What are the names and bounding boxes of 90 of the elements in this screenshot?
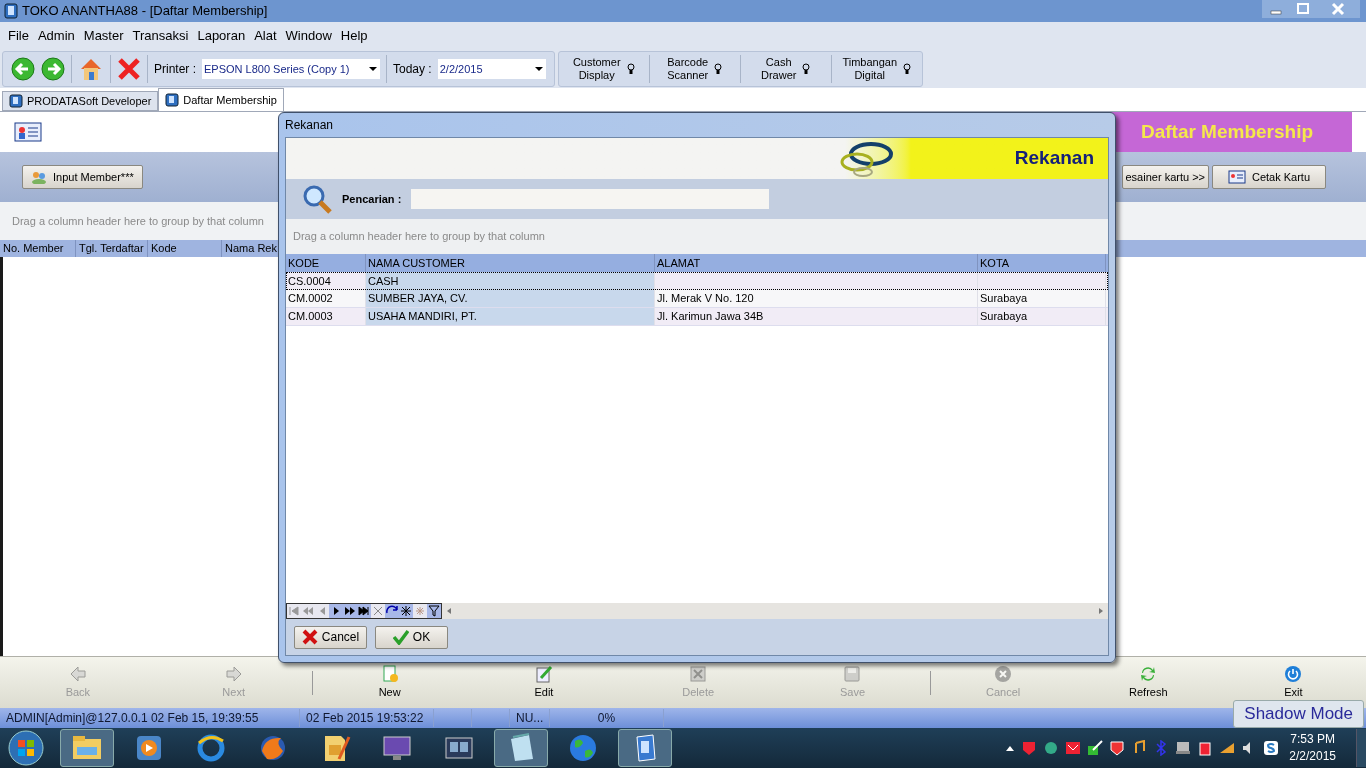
today-label: Today : <box>393 61 432 78</box>
skype-icon[interactable] <box>1263 740 1280 756</box>
dropdown-caret-icon <box>533 66 544 72</box>
menu-item[interactable]: Master <box>83 26 124 46</box>
column-header[interactable]: Tgl. Terdaftar <box>76 240 148 257</box>
date-dropdown[interactable]: 2/2/2015 <box>437 59 546 79</box>
last-record-icon[interactable] <box>357 604 371 618</box>
checkmark-icon <box>392 629 409 645</box>
cancel-icon <box>994 664 1013 683</box>
delete-icon <box>689 664 708 683</box>
device-button[interactable]: Barcode Scanner <box>667 56 709 82</box>
signal-icon[interactable] <box>1219 740 1236 756</box>
bulb-icon <box>626 63 635 75</box>
bulb-icon <box>802 63 811 75</box>
power-icon <box>1284 664 1303 683</box>
column-header[interactable]: Kode <box>148 240 222 257</box>
refresh-icon <box>1139 664 1158 683</box>
close-icon <box>301 629 318 645</box>
scroll-right-icon[interactable] <box>1098 607 1104 615</box>
toolbar-button[interactable]: New <box>354 664 425 701</box>
tab[interactable]: Daftar Membership <box>158 88 284 111</box>
forward-arrow-icon <box>224 664 243 683</box>
status-datetime: 02 Feb 2015 19:53:22 <box>300 709 434 727</box>
dialog-button[interactable]: OK <box>375 625 448 649</box>
mail-icon[interactable] <box>1065 740 1082 756</box>
tray-expand-icon[interactable] <box>1005 745 1016 751</box>
app-icon <box>3 3 19 19</box>
people-icon <box>31 170 47 184</box>
table-row[interactable]: CS.0004 CASH <box>286 272 1108 290</box>
taskbar-button[interactable] <box>618 729 672 767</box>
table-cell: CASH <box>366 272 655 290</box>
device-button[interactable]: Timbangan Digital <box>842 56 898 82</box>
status-numlock: NU... <box>510 709 550 727</box>
menu-item[interactable]: Alat <box>254 26 277 46</box>
start-button[interactable] <box>6 729 46 767</box>
toolbar-button[interactable]: Edit <box>508 664 579 701</box>
laptop-icon[interactable] <box>1175 740 1192 756</box>
dialog-button[interactable]: Cancel <box>294 625 367 649</box>
clock-time[interactable]: 7:53 PM <box>1290 731 1335 748</box>
table-row[interactable]: CM.0002 SUMBER JAYA, CV. Jl. Merak V No. 120 Surabaya <box>286 290 1108 308</box>
shadow-mode-label: Shadow Mode <box>1233 700 1364 728</box>
app-icon <box>9 94 23 108</box>
toolbar-button[interactable]: Exit <box>1258 664 1329 701</box>
shield-icon[interactable] <box>1109 740 1126 756</box>
table-cell: Jl. Merak V No. 120 <box>655 290 978 307</box>
clock-date[interactable]: 2/2/2015 <box>1289 748 1336 765</box>
table-cell: Surabaya <box>978 308 1106 325</box>
window-title: TOKO ANANTHA88 - [Daftar Membership] <box>22 2 268 21</box>
member-card-icon <box>1227 170 1246 184</box>
member-card-icon <box>14 122 42 142</box>
bulb-icon <box>714 63 723 75</box>
next-record-icon[interactable] <box>329 604 343 618</box>
bulb-icon <box>903 63 912 75</box>
menu-item[interactable]: Window <box>285 26 332 46</box>
input-member-button[interactable]: Input Member*** <box>22 165 143 189</box>
new-document-icon <box>380 664 399 683</box>
refresh-icon[interactable] <box>385 604 399 618</box>
column-header[interactable]: No. Member <box>0 240 76 257</box>
menu-item[interactable]: Laporan <box>197 26 246 46</box>
table-cell: USAHA MANDIRI, PT. <box>366 308 655 325</box>
device-button[interactable]: Customer Display <box>572 56 621 82</box>
group-by-hint: Drag a column header here to group by that column <box>286 219 1108 254</box>
back-arrow-icon <box>68 664 87 683</box>
menu-item[interactable]: File <box>8 26 29 46</box>
dropdown-caret-icon <box>368 66 378 72</box>
device-button[interactable]: Cash Drawer <box>761 56 797 82</box>
menu-item[interactable]: Transaksi <box>132 26 189 46</box>
dialog-title: Rekanan <box>285 117 335 134</box>
tab[interactable]: PRODATASoft Developer <box>2 91 159 111</box>
print-card-button[interactable]: Cetak Kartu <box>1212 165 1326 189</box>
menu-item[interactable]: Help <box>340 26 368 46</box>
insert-record-icon[interactable] <box>399 604 413 618</box>
table-cell: Surabaya <box>978 290 1106 307</box>
dialog-header: Rekanan <box>1014 146 1094 171</box>
battery-icon[interactable] <box>1197 740 1214 756</box>
next-page-icon[interactable] <box>343 604 357 618</box>
printer-dropdown[interactable]: EPSON L800 Series (Copy 1) <box>202 59 380 79</box>
table-cell: Jl. Karimun Jawa 34B <box>655 308 978 325</box>
toolbar-button[interactable]: Refresh <box>1113 664 1184 701</box>
menu-item[interactable]: Admin <box>37 26 75 46</box>
printer-label: Printer : <box>154 61 196 78</box>
app-icon <box>165 93 180 107</box>
search-field[interactable] <box>411 189 770 209</box>
table-row[interactable]: CM.0003 USAHA MANDIRI, PT. Jl. Karimun Jawa 34B Surabaya <box>286 308 1108 326</box>
card-designer-button[interactable]: esainer kartu >> <box>1121 165 1209 189</box>
scroll-left-icon[interactable] <box>446 607 452 615</box>
status-session: ADMIN[Admin]@127.0.0.1 02 Feb 15, 19:39:55 <box>0 709 300 727</box>
filter-icon[interactable] <box>427 604 441 618</box>
table-cell: SUMBER JAYA, CV. <box>366 290 655 307</box>
search-icon <box>302 184 332 214</box>
